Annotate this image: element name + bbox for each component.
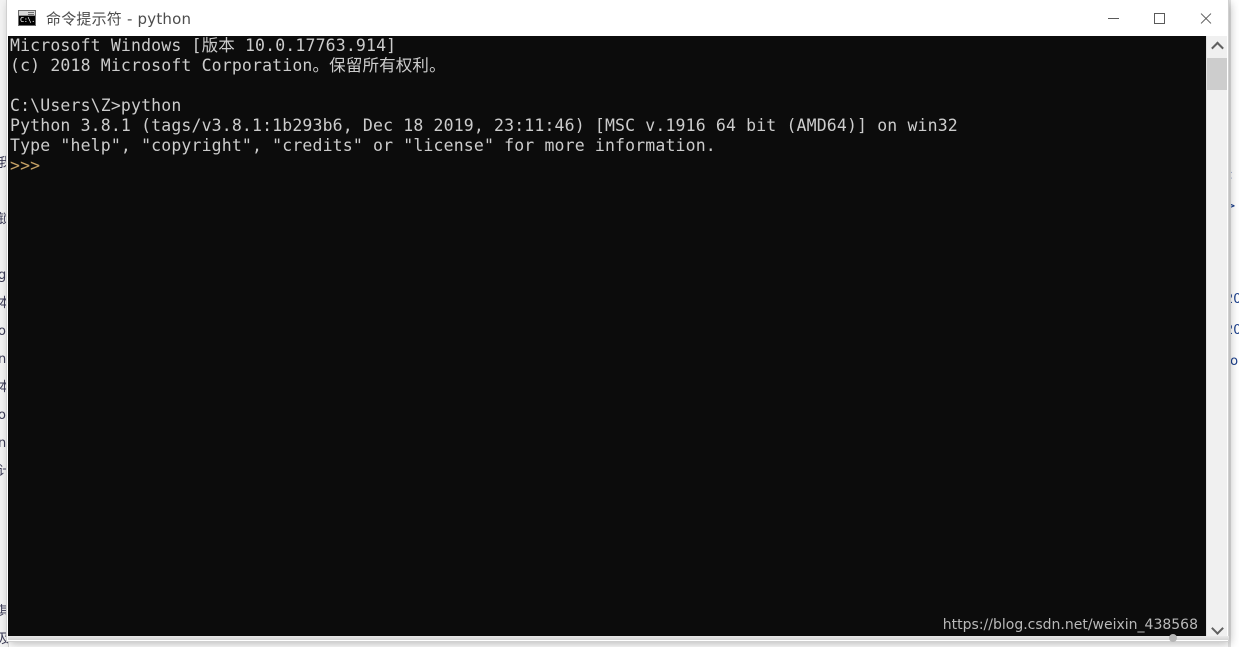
window-controls: [1090, 0, 1228, 36]
screen: 我 锁 g 本 o np 本 o np 计, 其 及 c > 20 20 to …: [0, 0, 1239, 647]
cmd-icon: C:\.: [18, 10, 36, 26]
chevron-up-icon: [1210, 41, 1224, 55]
close-button[interactable]: [1182, 0, 1228, 36]
window-title: 命令提示符 - python: [46, 9, 192, 28]
terminal-scrollbar[interactable]: [1206, 36, 1227, 639]
title-bar[interactable]: C:\. 命令提示符 - python: [7, 0, 1228, 36]
background-right-scrollbar[interactable]: [1228, 0, 1231, 647]
minimize-icon: [1107, 17, 1119, 19]
python-prompt: >>>: [10, 156, 41, 175]
scrollbar-thumb[interactable]: [1207, 58, 1227, 90]
minimize-button[interactable]: [1090, 0, 1136, 36]
window-bottom-edge: [8, 634, 1229, 642]
watermark-text: https://blog.csdn.net/weixin_438568: [942, 617, 1198, 633]
resize-grip[interactable]: [1169, 634, 1177, 642]
scrollbar-track[interactable]: [1207, 90, 1227, 618]
maximize-icon: [1153, 12, 1165, 24]
cmd-icon-screen-glyph: C:\.: [19, 16, 35, 25]
close-icon: [1199, 12, 1212, 25]
terminal-screen[interactable]: Microsoft Windows [版本 10.0.17763.914] (c…: [8, 36, 1206, 639]
maximize-button[interactable]: [1136, 0, 1182, 36]
scroll-up-button[interactable]: [1207, 36, 1227, 57]
terminal-frame: Microsoft Windows [版本 10.0.17763.914] (c…: [7, 36, 1229, 642]
terminal-output: Microsoft Windows [版本 10.0.17763.914] (c…: [10, 36, 958, 175]
command-prompt-window[interactable]: C:\. 命令提示符 - python Microsoft Windows [版…: [7, 0, 1229, 642]
chevron-down-icon: [1210, 622, 1224, 635]
